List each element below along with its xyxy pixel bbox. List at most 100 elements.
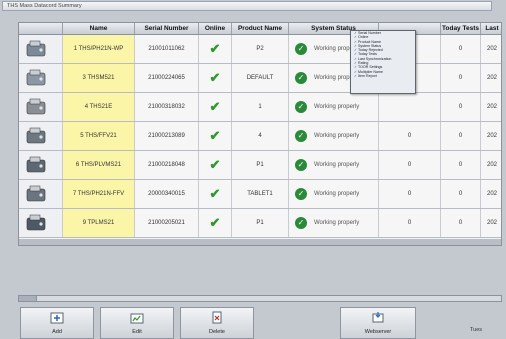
online-cell: ✔ xyxy=(199,93,232,121)
webserver-button[interactable]: Webserver xyxy=(340,307,416,339)
header-product[interactable]: Product Name xyxy=(232,23,289,34)
serial-text: 21000213089 xyxy=(148,133,185,139)
add-icon xyxy=(50,312,64,324)
header-last[interactable]: Last xyxy=(481,23,501,34)
table-row[interactable]: 6 THS/PLVMS21 21000218048 ✔ P1 ✓ Working… xyxy=(19,151,501,180)
last-text: 202 xyxy=(486,162,497,168)
device-icon xyxy=(26,156,46,173)
serial-cell: 21000224065 xyxy=(135,64,199,92)
table-row[interactable]: 9 TPLMS21 21000205021 ✔ P1 ✓ Working pro… xyxy=(19,209,501,238)
today-rejected-cell xyxy=(379,93,441,121)
name-cell[interactable]: 6 THS/PLVMS21 xyxy=(63,151,135,179)
today-rejected-cell: 0 xyxy=(379,209,441,237)
device-image-cell xyxy=(19,64,63,92)
name-cell[interactable]: 1 THS/PH21N-WP xyxy=(63,35,135,63)
name-text: 5 THS/FFV21 xyxy=(80,133,117,139)
device-image-cell xyxy=(19,209,63,237)
last-cell: 202 xyxy=(481,180,501,208)
product-cell: 1 xyxy=(232,93,289,121)
product-cell: P2 xyxy=(232,35,289,63)
add-label: Add xyxy=(52,329,62,335)
table-row[interactable]: 5 THS/FFV21 21000213089 ✔ 4 ✓ Working pr… xyxy=(19,122,501,151)
name-cell[interactable]: 9 TPLMS21 xyxy=(63,209,135,237)
delete-label: Delete xyxy=(209,329,225,335)
device-image-cell xyxy=(19,93,63,121)
online-check-icon: ✔ xyxy=(209,99,221,114)
table-row[interactable]: 3 THSM521 21000224065 ✔ DEFAULT ✓ Workin… xyxy=(19,64,501,93)
grid-header: Name Serial Number Online Product Name S… xyxy=(19,23,501,35)
status-text: Working properly xyxy=(314,220,360,226)
today-tests-text: 0 xyxy=(458,46,463,52)
check-icon: ✓ xyxy=(354,35,358,40)
serial-text: 20000340015 xyxy=(148,191,185,197)
name-cell[interactable]: 7 THS/PH21N-FFV xyxy=(63,180,135,208)
serial-text: 21000218048 xyxy=(148,162,185,168)
table-row[interactable]: 7 THS/PH21N-FFV 20000340015 ✔ TABLET1 ✓ … xyxy=(19,180,501,209)
header-online[interactable]: Online xyxy=(199,23,232,34)
horizontal-scrollbar[interactable] xyxy=(18,295,502,302)
last-text: 202 xyxy=(486,133,497,139)
product-cell: P1 xyxy=(232,209,289,237)
scrollbar-thumb[interactable] xyxy=(19,296,37,301)
instrument-grid: Name Serial Number Online Product Name S… xyxy=(18,22,502,246)
device-icon xyxy=(26,69,46,86)
check-icon: ✓ xyxy=(354,52,358,57)
column-menu-item[interactable]: ✓Item Report xyxy=(351,74,415,78)
online-check-icon: ✔ xyxy=(209,186,221,201)
serial-cell: 20000340015 xyxy=(135,180,199,208)
serial-text: 21000205021 xyxy=(148,220,185,226)
status-text: Working properly xyxy=(314,191,360,197)
status-ok-icon: ✓ xyxy=(295,217,307,229)
name-cell[interactable]: 5 THS/FFV21 xyxy=(63,122,135,150)
header-serial[interactable]: Serial Number xyxy=(135,23,199,34)
table-row[interactable]: 1 THS/PH21N-WP 21001011062 ✔ P2 ✓ Workin… xyxy=(19,35,501,64)
status-text: Working properly xyxy=(314,104,360,110)
name-text: 9 TPLMS21 xyxy=(82,220,115,226)
status-text: Working properly xyxy=(314,162,360,168)
window-title: THS Mass Datacord Summary xyxy=(2,1,492,11)
last-cell: 202 xyxy=(481,209,501,237)
online-cell: ✔ xyxy=(199,151,232,179)
edit-icon xyxy=(130,313,144,324)
status-cell: ✓ Working properly xyxy=(289,122,379,150)
header-today-tests[interactable]: Today Tests xyxy=(441,23,481,34)
edit-button[interactable]: Edit xyxy=(100,307,174,339)
header-image xyxy=(19,23,63,34)
today-tests-text: 0 xyxy=(458,191,463,197)
header-name[interactable]: Name xyxy=(63,23,135,34)
delete-button[interactable]: Delete xyxy=(180,307,254,339)
product-cell: P1 xyxy=(232,151,289,179)
serial-text: 21001011062 xyxy=(148,46,185,52)
last-text: 202 xyxy=(486,220,497,226)
column-chooser-menu[interactable]: ✓Serial Number ✓Online ✓Product Name ✓Syste… xyxy=(350,30,416,94)
status-ok-icon: ✓ xyxy=(295,43,307,55)
last-cell: 202 xyxy=(481,151,501,179)
serial-cell: 21000218048 xyxy=(135,151,199,179)
grid-empty-area xyxy=(19,239,501,245)
edit-label: Edit xyxy=(132,329,142,335)
device-image-cell xyxy=(19,122,63,150)
today-tests-text: 0 xyxy=(458,133,463,139)
status-cell: ✓ Working properly xyxy=(289,151,379,179)
online-cell: ✔ xyxy=(199,35,232,63)
device-icon xyxy=(26,40,46,57)
online-cell: ✔ xyxy=(199,209,232,237)
product-text: P1 xyxy=(256,162,264,168)
online-cell: ✔ xyxy=(199,180,232,208)
name-text: 4 THS21E xyxy=(84,104,113,110)
device-icon xyxy=(26,214,46,231)
device-image-cell xyxy=(19,180,63,208)
name-cell[interactable]: 3 THSM521 xyxy=(63,64,135,92)
product-text: 1 xyxy=(258,104,262,110)
online-cell: ✔ xyxy=(199,64,232,92)
today-tests-cell: 0 xyxy=(441,64,481,92)
online-check-icon: ✔ xyxy=(209,157,221,172)
status-cell: ✓ Working properly xyxy=(289,180,379,208)
table-row[interactable]: 4 THS21E 21000318032 ✔ 1 ✓ Working prope… xyxy=(19,93,501,122)
add-button[interactable]: Add xyxy=(20,307,94,339)
product-text: 4 xyxy=(258,133,262,139)
last-cell: 202 xyxy=(481,93,501,121)
product-text: DEFAULT xyxy=(246,75,274,81)
name-cell[interactable]: 4 THS21E xyxy=(63,93,135,121)
serial-text: 21000318032 xyxy=(148,104,185,110)
